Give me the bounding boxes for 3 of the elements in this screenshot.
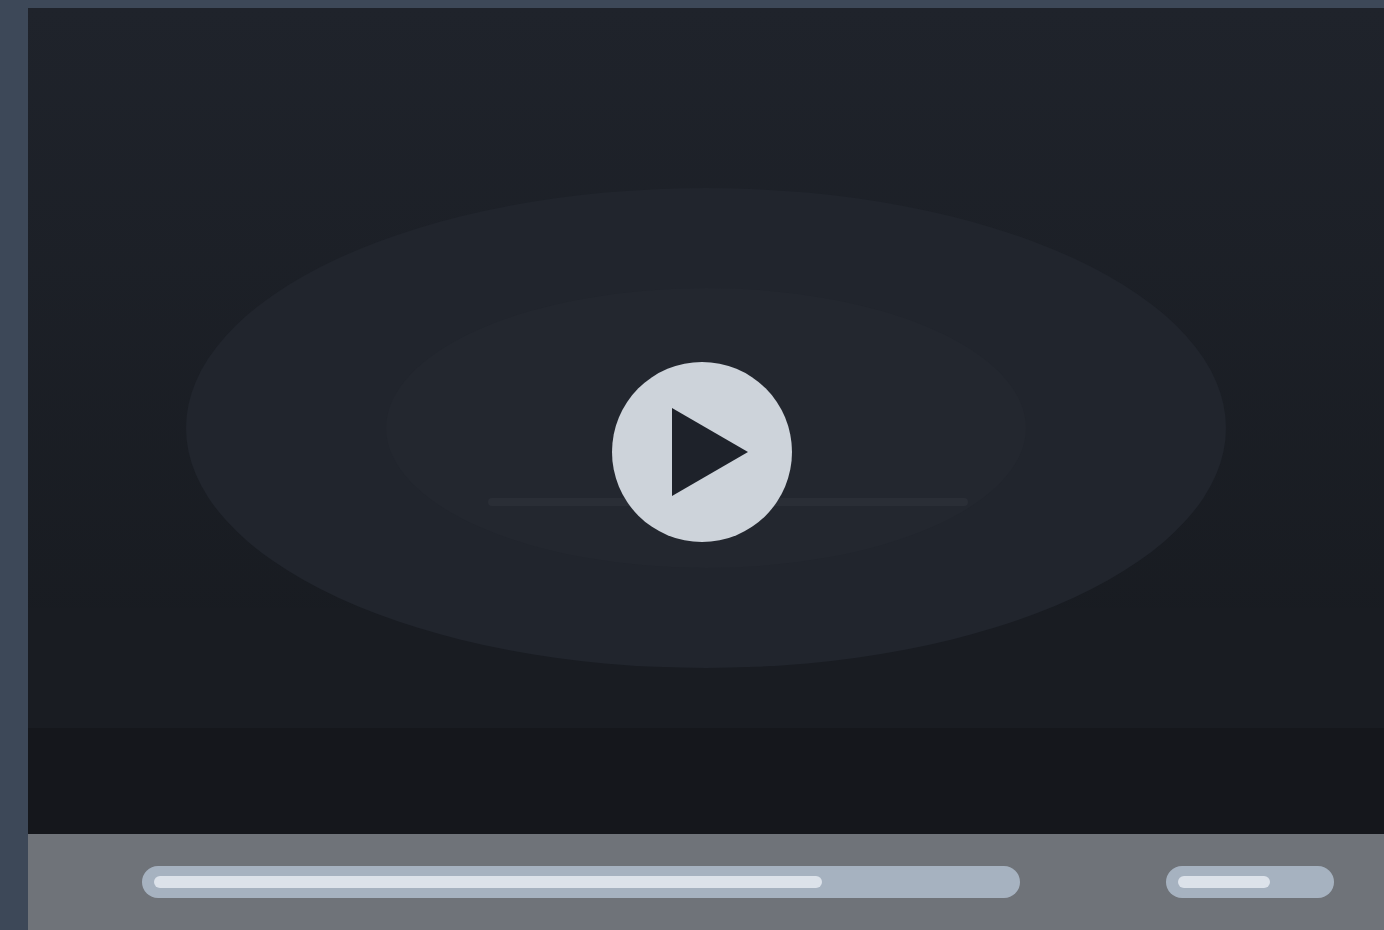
- progress-track[interactable]: [142, 866, 1020, 898]
- volume-track[interactable]: [1166, 866, 1334, 898]
- play-icon: [672, 408, 748, 496]
